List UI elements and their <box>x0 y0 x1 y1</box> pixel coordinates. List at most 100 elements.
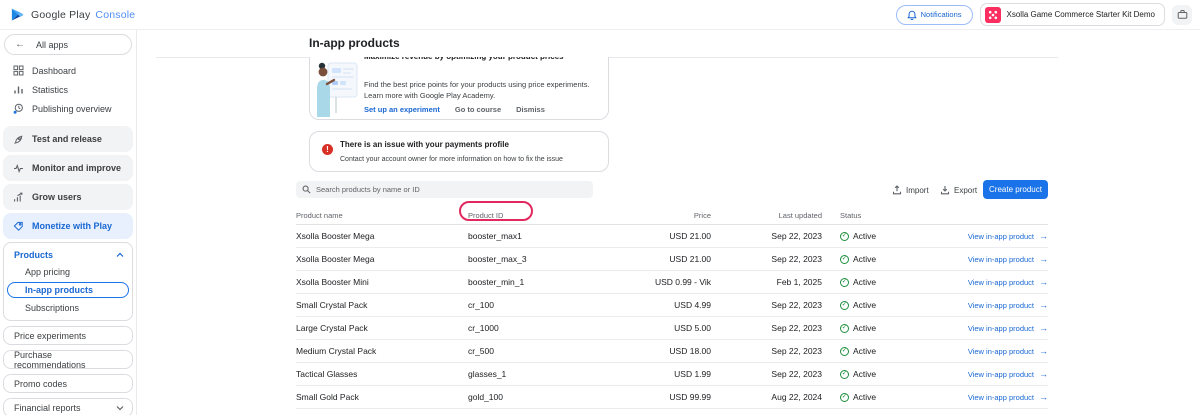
promo-title: Maximize revenue by optimizing your prod… <box>364 57 596 63</box>
table-row: Tactical Glasses glasses_1 USD 1.99 Sep … <box>296 363 1048 386</box>
product-name: Large Crystal Pack <box>296 323 468 333</box>
sidebar-item-monetize-with-play[interactable]: Monetize with Play <box>3 213 133 239</box>
dismiss-link[interactable]: Dismiss <box>516 105 545 114</box>
arrow-right-icon: → <box>1039 254 1048 264</box>
chevron-up-icon <box>116 252 124 258</box>
product-updated: Sep 22, 2023 <box>711 300 822 310</box>
product-price: USD 4.99 <box>616 300 711 310</box>
app-selector[interactable]: Xsolla Game Commerce Starter Kit Demo <box>980 3 1166 26</box>
page-title: In-app products <box>309 36 400 50</box>
payments-warning-card: ! There is an issue with your payments p… <box>309 131 609 172</box>
sidebar-item-purchase-recommendations[interactable]: Purchase recommendations <box>3 350 133 369</box>
brand-suffix: Console <box>95 9 135 21</box>
product-status: ✓ Active <box>822 254 952 264</box>
sidebar-item-promo-codes[interactable]: Promo codes <box>3 374 133 393</box>
product-updated: Sep 22, 2023 <box>711 231 822 241</box>
sidebar-item-statistics[interactable]: Statistics <box>0 80 136 99</box>
product-status: ✓ Active <box>822 392 952 402</box>
header-price: Price <box>616 211 711 220</box>
sidebar-item-label: Test and release <box>32 134 102 144</box>
active-check-icon: ✓ <box>840 278 849 287</box>
all-apps-button[interactable]: ← All apps <box>4 34 132 55</box>
bar-chart-icon <box>13 84 24 95</box>
sidebar: ← All apps Dashboard Stati <box>0 30 137 415</box>
active-check-icon: ✓ <box>840 393 849 402</box>
chevron-down-icon <box>116 405 124 411</box>
sidebar-item-label: Promo codes <box>14 379 67 389</box>
product-price: USD 21.00 <box>616 254 711 264</box>
sidebar-item-label: Financial reports <box>14 403 81 413</box>
set-up-experiment-link[interactable]: Set up an experiment <box>364 105 440 114</box>
sidebar-item-label: Publishing overview <box>32 104 112 114</box>
sidebar-item-grow-users[interactable]: Grow users <box>3 184 133 210</box>
arrow-right-icon: → <box>1039 369 1048 379</box>
view-in-app-product-link[interactable]: View in-app product→ <box>968 369 1048 379</box>
product-id: cr_500 <box>468 346 616 356</box>
product-status: ✓ Active <box>822 300 952 310</box>
sidebar-item-app-pricing[interactable]: App pricing <box>4 263 132 281</box>
sidebar-item-products[interactable]: Products <box>4 246 132 263</box>
google-play-console-logo[interactable]: Google Play Console <box>10 7 135 22</box>
sidebar-item-label: Grow users <box>32 192 82 202</box>
view-in-app-product-link[interactable]: View in-app product→ <box>968 254 1048 264</box>
sidebar-item-in-app-products[interactable]: In-app products <box>7 282 129 298</box>
table-row: Xsolla Booster Mega booster_max_3 USD 21… <box>296 248 1048 271</box>
sidebar-item-price-experiments[interactable]: Price experiments <box>3 326 133 345</box>
notifications-label: Notifications <box>921 10 962 19</box>
table-row: Large Crystal Pack cr_1000 USD 5.00 Sep … <box>296 317 1048 340</box>
arrow-right-icon: → <box>1039 392 1048 402</box>
product-id: glasses_1 <box>468 369 616 379</box>
go-to-course-link[interactable]: Go to course <box>455 105 501 114</box>
view-in-app-product-link[interactable]: View in-app product→ <box>968 277 1048 287</box>
warning-body: Contact your account owner for more info… <box>340 156 600 163</box>
view-in-app-product-link[interactable]: View in-app product→ <box>968 392 1048 402</box>
product-status: ✓ Active <box>822 346 952 356</box>
product-id: gold_100 <box>468 392 616 402</box>
sidebar-item-publishing-overview[interactable]: Publishing overview <box>0 99 136 118</box>
promo-actions: Set up an experiment Go to course Dismis… <box>364 105 596 114</box>
create-product-button[interactable]: Create product <box>983 180 1048 199</box>
active-check-icon: ✓ <box>840 232 849 241</box>
product-name: Tactical Glasses <box>296 369 468 379</box>
product-status: ✓ Active <box>822 231 952 241</box>
sidebar-item-test-and-release[interactable]: Test and release <box>3 126 133 152</box>
sidebar-item-financial-reports[interactable]: Financial reports <box>3 398 133 415</box>
sidebar-item-label: In-app products <box>25 285 93 295</box>
play-console-app: Google Play Console Notifications <box>0 0 1200 415</box>
topbar-right: Notifications Xsolla Game Commerce Start… <box>896 3 1192 26</box>
view-in-app-product-link[interactable]: View in-app product→ <box>968 323 1048 333</box>
main-content: In-app products <box>137 30 1200 415</box>
table-row: Small Gold Pack gold_100 USD 99.99 Aug 2… <box>296 386 1048 409</box>
search-box <box>296 181 593 198</box>
export-button[interactable]: Export <box>940 182 977 198</box>
view-in-app-product-link[interactable]: View in-app product→ <box>968 231 1048 241</box>
topbar: Google Play Console Notifications <box>0 0 1200 30</box>
product-id: cr_1000 <box>468 323 616 333</box>
sidebar-item-label: Monitor and improve <box>32 163 121 173</box>
product-status: ✓ Active <box>822 277 952 287</box>
product-price: USD 99.99 <box>616 392 711 402</box>
arrow-right-icon: → <box>1039 277 1048 287</box>
sidebar-item-dashboard[interactable]: Dashboard <box>0 61 136 80</box>
product-id: booster_min_1 <box>468 277 616 287</box>
dashboard-icon <box>13 65 24 76</box>
sidebar-item-label: Statistics <box>32 85 68 95</box>
sidebar-item-subscriptions[interactable]: Subscriptions <box>4 299 132 317</box>
search-input[interactable] <box>316 185 587 194</box>
product-name: Xsolla Booster Mini <box>296 277 468 287</box>
sidebar-item-label: Products <box>14 250 53 260</box>
organization-button[interactable] <box>1172 5 1192 25</box>
header-status: Status <box>822 211 952 220</box>
sidebar-item-monitor-and-improve[interactable]: Monitor and improve <box>3 155 133 181</box>
brand-name: Google Play <box>31 9 90 21</box>
view-in-app-product-link[interactable]: View in-app product→ <box>968 300 1048 310</box>
sidebar-item-label: Dashboard <box>32 66 76 76</box>
notifications-button[interactable]: Notifications <box>896 5 973 25</box>
export-label: Export <box>954 186 977 195</box>
view-in-app-product-link[interactable]: View in-app product→ <box>968 346 1048 356</box>
play-triangle-icon <box>10 7 25 22</box>
search-icon <box>302 185 311 194</box>
price-tag-icon <box>13 221 24 232</box>
briefcase-icon <box>1177 9 1188 20</box>
import-button[interactable]: Import <box>892 182 929 198</box>
